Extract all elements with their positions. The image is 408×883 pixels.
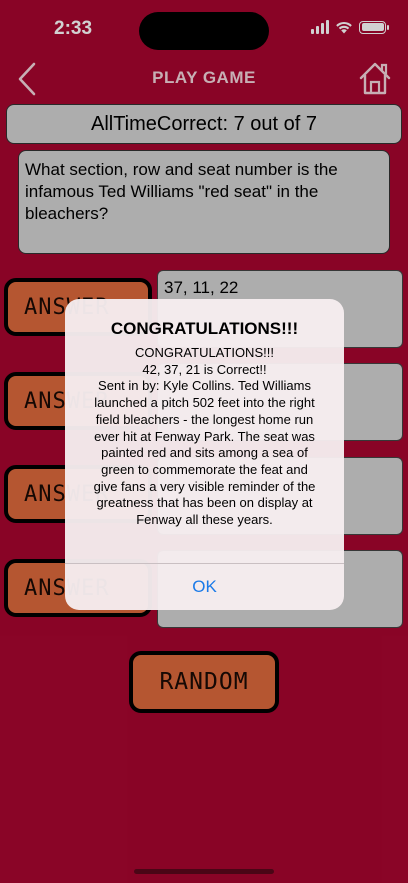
alert-message-line: green to commemorate the feat and — [101, 461, 308, 477]
alert-title: CONGRATULATIONS!!! — [110, 319, 299, 338]
alert-message-line: give fans a very visible reminder of the — [93, 478, 316, 494]
alert-message-line: Sent in by: Kyle Collins. Ted Williams — [98, 378, 311, 394]
alert-message-line: CONGRATULATIONS!!! — [135, 345, 274, 360]
alert-body: CONGRATULATIONS!!! CONGRATULATIONS!!! 42… — [65, 299, 344, 563]
alert-message-line: launched a pitch 502 feet into the right — [94, 395, 315, 411]
alert-message-line: field bleachers - the longest home run — [95, 411, 314, 427]
alert-message-line: painted red and sits among a sea of — [101, 445, 308, 461]
alert-message: CONGRATULATIONS!!! 42, 37, 21 is Correct… — [77, 345, 332, 529]
alert-message-line: greatness that has been on display at — [96, 495, 313, 511]
alert-message-line: 42, 37, 21 is Correct!! — [142, 361, 267, 377]
alert-message-line: Fenway all these years. — [136, 512, 273, 528]
congratulations-alert: CONGRATULATIONS!!! CONGRATULATIONS!!! 42… — [65, 299, 344, 610]
alert-message-line: ever hit at Fenway Park. The seat was — [94, 428, 315, 444]
ok-button[interactable]: OK — [65, 564, 344, 610]
